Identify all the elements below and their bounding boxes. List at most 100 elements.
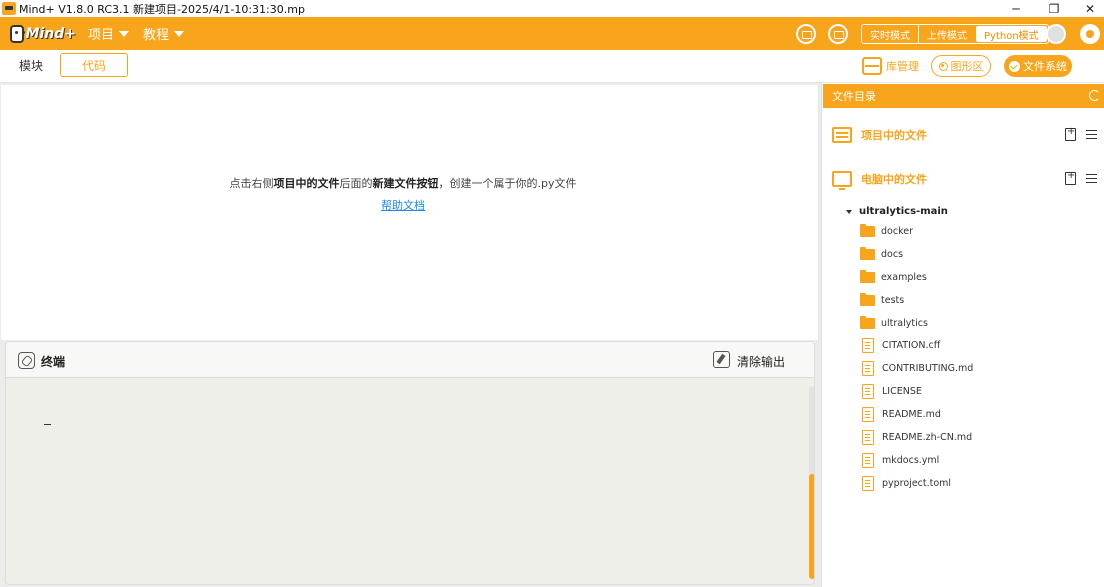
tree-file[interactable]: README.md [860,406,941,422]
tree-item-label: CONTRIBUTING.md [882,362,974,374]
tree-file[interactable]: pyproject.toml [860,475,951,491]
menu-tutorial[interactable]: 教程 [143,24,185,43]
file-directory-panel: 文件目录 项目中的文件 电脑中的文件 ultralytics-main dock… [821,83,1104,587]
logo-text: Mind+ [25,25,76,42]
chevron-down-icon [119,30,130,37]
tree-item-label: docs [881,248,904,260]
mode-switch: 实时模式 上传模式 Python模式 [861,24,1049,44]
section-computer-files[interactable]: 电脑中的文件 [832,169,1100,190]
hint-pre: 点击右侧 [229,177,274,190]
folder-icon [860,223,875,237]
tree-item-label: LICENSE [882,385,922,397]
file-icon [862,337,874,353]
tree-root-folder[interactable]: ultralytics-main [846,206,948,217]
app-logo-icon [2,2,16,15]
tree-folder[interactable]: tests [860,292,904,308]
link-icon [18,352,35,369]
title-bar: Mind+ V1.8.0 RC3.1 新建项目-2025/4/1-10:31:3… [0,0,1104,17]
chevron-down-icon [174,30,185,37]
library-button[interactable]: 库管理 [862,55,919,77]
tree-item-label: mkdocs.yml [882,454,940,466]
brush-icon[interactable] [713,351,730,368]
file-icon [862,429,874,445]
minimize-button[interactable]: ─ [998,0,1034,17]
mode-realtime[interactable]: 实时模式 [862,25,918,43]
tabs-row: 模块 代码 库管理 图形区 文件系统 [0,50,1104,83]
monitor-icon [832,171,852,190]
mode-upload[interactable]: 上传模式 [918,25,975,43]
terminal-cursor[interactable] [44,424,51,425]
message-icon[interactable] [796,24,816,44]
code-editor[interactable]: 点击右侧项目中的文件后面的新建文件按钮，创建一个属于你的.py文件 帮助文档 [1,85,819,340]
close-button[interactable]: ✕ [1072,0,1104,17]
file-icon [862,383,874,399]
user-avatar[interactable] [1046,24,1066,44]
menu-project[interactable]: 项目 [88,24,130,43]
clear-output-button[interactable]: 清除输出 [737,353,785,370]
gear-icon[interactable] [1080,24,1100,44]
hint-post: ，创建一个属于你的.py文件 [438,177,577,190]
file-icon [862,406,874,422]
hint-bold-project-files: 项目中的文件 [273,177,340,190]
edit-icon[interactable] [828,24,848,44]
tree-folder[interactable]: ultralytics [860,315,928,331]
tree-item-label: docker [881,225,913,237]
tree-item-label: README.md [882,408,941,420]
refresh-icon[interactable] [1089,90,1100,101]
tree-item-label: README.zh-CN.md [882,431,973,443]
file-icon [862,360,874,376]
tree-item-label: pyproject.toml [882,477,952,489]
section-project-files[interactable]: 项目中的文件 [832,125,1100,145]
check-icon [1009,60,1020,72]
tree-item-label: ultralytics [881,317,928,329]
tree-file[interactable]: CITATION.cff [860,337,940,353]
terminal-header: 终端 清除输出 [6,342,814,378]
tree-folder[interactable]: docs [860,246,903,262]
folder-icon [860,269,875,283]
library-label: 库管理 [886,60,919,73]
tree-file[interactable]: CONTRIBUTING.md [860,360,973,376]
menu-icon[interactable] [1086,174,1097,183]
tree-file[interactable]: mkdocs.yml [860,452,939,468]
file-icon [862,452,874,468]
target-icon [938,61,948,71]
terminal-scroll-thumb[interactable] [809,474,814,579]
section-project-files-label: 项目中的文件 [861,129,927,142]
tree-item-label: examples [881,271,927,283]
panel-title: 文件目录 [832,90,876,103]
hint-mid: 后面的 [339,177,373,190]
mode-python[interactable]: Python模式 [976,26,1047,42]
new-file-icon[interactable] [1065,170,1076,185]
menu-tutorial-label: 教程 [143,28,170,43]
stage-label: 图形区 [950,60,984,73]
terminal-panel: 终端 清除输出 [5,341,815,585]
terminal-title: 终端 [41,355,66,369]
tab-code[interactable]: 代码 [60,53,128,77]
tree-file[interactable]: LICENSE [860,383,922,399]
menu-project-label: 项目 [88,28,115,43]
filesystem-label: 文件系统 [1023,60,1067,73]
tree-item-label: tests [881,294,905,306]
folder-icon [860,292,875,306]
stage-button[interactable]: 图形区 [931,55,991,77]
tree-item-label: CITATION.cff [882,339,941,351]
hint-bold-new-file: 新建文件按钮 [372,177,439,190]
file-icon [862,475,874,491]
panel-header: 文件目录 [823,84,1104,108]
tree-folder[interactable]: examples [860,269,927,285]
new-file-icon[interactable] [1065,126,1076,141]
robot-icon [10,24,24,43]
restore-button[interactable]: ❐ [1036,0,1072,17]
section-computer-files-label: 电脑中的文件 [861,173,927,186]
menu-icon[interactable] [1086,130,1097,139]
filesystem-button[interactable]: 文件系统 [1004,55,1072,77]
tree-folder[interactable]: docker [860,223,913,239]
caret-down-icon[interactable] [846,209,852,214]
empty-hint: 点击右侧项目中的文件后面的新建文件按钮，创建一个属于你的.py文件 [1,175,805,191]
help-docs-link[interactable]: 帮助文档 [1,197,805,213]
tab-blocks[interactable]: 模块 [8,53,54,77]
window-title: Mind+ V1.8.0 RC3.1 新建项目-2025/4/1-10:31:3… [19,2,305,16]
folder-icon [860,315,875,329]
folder-icon [860,246,875,260]
tree-file[interactable]: README.zh-CN.md [860,429,972,445]
